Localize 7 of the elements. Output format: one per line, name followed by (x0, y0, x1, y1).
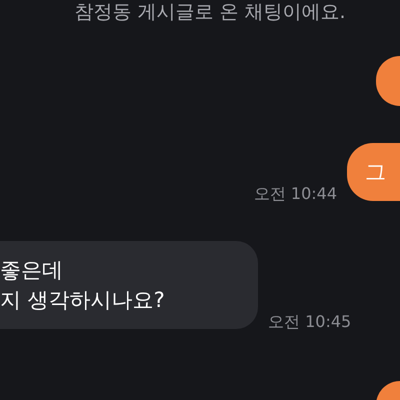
message-text: 좋은데 (0, 257, 64, 284)
message-bubble (376, 56, 400, 106)
message-text: 지 생각하시나요? (0, 287, 166, 314)
message-text: 그 (365, 159, 386, 186)
chat-notice: 참정동 게시글로 온 채팅이에요. (73, 0, 347, 24)
timestamp: 오전 10:44 (254, 184, 337, 205)
timestamp: 오전 10:45 (268, 312, 352, 333)
